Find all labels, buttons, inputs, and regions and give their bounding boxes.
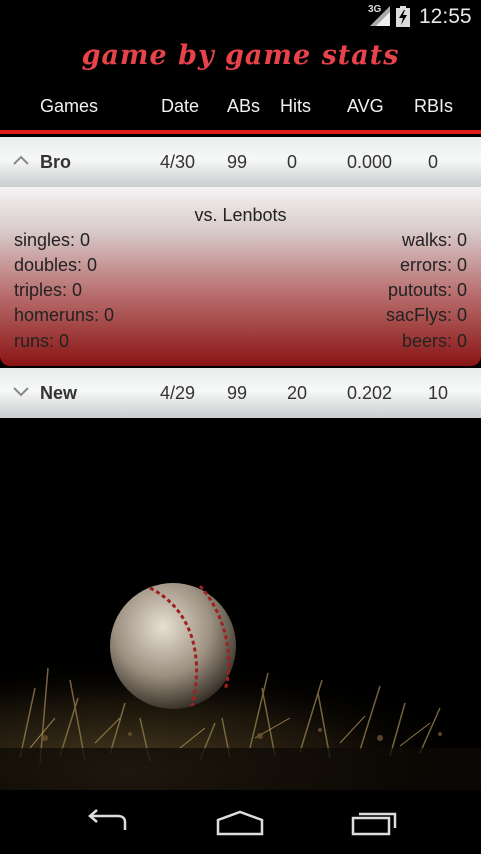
column-header-avg[interactable]: AVG <box>347 96 384 117</box>
column-header-date[interactable]: Date <box>161 96 199 117</box>
column-header-games[interactable]: Games <box>40 96 98 117</box>
status-bar: 3G 12:55 <box>0 0 481 33</box>
chevron-up-icon <box>13 155 29 165</box>
opponent-label: vs. Lenbots <box>194 205 287 225</box>
game-row-bro[interactable]: Bro 4/30 99 0 0.000 0 <box>0 137 481 187</box>
stat-walks: walks: 0 <box>401 230 467 250</box>
chevron-down-icon <box>13 387 29 397</box>
column-header-rbis[interactable]: RBIs <box>414 96 453 117</box>
game-row-new[interactable]: New 4/29 99 20 0.202 10 <box>0 368 481 418</box>
game-name: New <box>40 383 78 403</box>
game-hits: 20 <box>287 383 308 403</box>
game-name: Bro <box>40 152 71 172</box>
recent-apps-icon[interactable] <box>345 808 405 838</box>
game-avg: 0.000 <box>347 152 393 172</box>
stat-putouts: putouts: 0 <box>387 280 467 300</box>
stat-sacflys: sacFlys: 0 <box>385 305 467 325</box>
stat-homeruns: homeruns: 0 <box>14 305 115 325</box>
battery-charging-icon <box>396 6 410 27</box>
game-avg: 0.202 <box>347 383 393 403</box>
app-screen: 3G 12:55 game by game stats Games Date A… <box>0 0 481 854</box>
game-date: 4/30 <box>160 152 196 172</box>
stat-runs: runs: 0 <box>14 331 70 351</box>
game-date: 4/29 <box>160 383 196 403</box>
stat-errors: errors: 0 <box>399 255 467 275</box>
column-header-hits[interactable]: Hits <box>280 96 311 117</box>
navigation-bar <box>0 790 481 854</box>
stat-singles: singles: 0 <box>14 230 91 250</box>
game-abs: 99 <box>227 152 248 172</box>
stat-beers: beers: 0 <box>401 331 467 351</box>
baseball-background-image <box>0 418 481 790</box>
game-rbis: 10 <box>428 383 449 403</box>
stat-doubles: doubles: 0 <box>14 255 98 275</box>
status-time: 12:55 <box>419 5 472 28</box>
back-icon[interactable] <box>77 808 137 838</box>
stat-triples: triples: 0 <box>14 280 83 300</box>
column-header-abs[interactable]: ABs <box>227 96 260 117</box>
game-rbis: 0 <box>428 152 439 172</box>
header-divider <box>0 130 481 134</box>
signal-icon <box>370 6 390 26</box>
game-abs: 99 <box>227 383 248 403</box>
game-hits: 0 <box>287 152 298 172</box>
home-icon[interactable] <box>210 808 270 838</box>
game-details-panel: vs. Lenbots singles: 0 doubles: 0 triple… <box>0 187 481 366</box>
page-title: game by game stats <box>81 40 400 71</box>
